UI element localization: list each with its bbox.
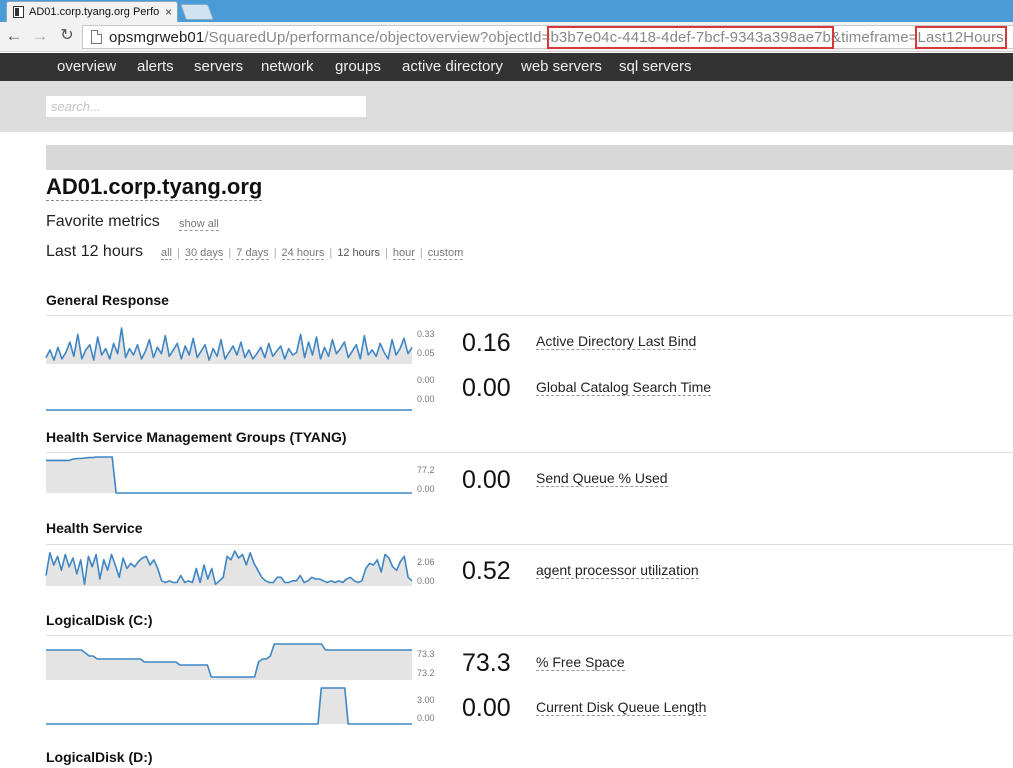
section-divider (46, 635, 1013, 636)
timeframe-all[interactable]: all (161, 247, 173, 260)
section-title-management-groups: Health Service Management Groups (TYANG) (46, 429, 347, 445)
url-path: /SquaredUp/performance/objectoverview?ob… (204, 29, 551, 46)
metric-value: 73.3 (462, 649, 511, 677)
metric-name-disk-queue[interactable]: Current Disk Queue Length (536, 699, 707, 716)
sparkline-max-label: 0.00 (417, 375, 435, 385)
nav-sql-servers[interactable]: sql servers (619, 58, 692, 75)
nav-active-directory[interactable]: active directory (402, 58, 503, 75)
timeframe-12-hours: 12 hours (337, 247, 381, 259)
back-arrow-icon[interactable]: ← (4, 26, 24, 46)
metric-value: 0.00 (462, 374, 511, 402)
address-bar[interactable]: opsmgrweb01/SquaredUp/performance/object… (82, 25, 1013, 49)
url-object-id: b3b7e04c-4418-4def-7bcf-9343a398ae7b (547, 26, 834, 49)
nav-servers[interactable]: servers (194, 58, 243, 75)
tab-close-icon[interactable]: × (165, 5, 172, 19)
nav-web-servers[interactable]: web servers (521, 58, 602, 75)
sparkline-min-label: 0.05 (417, 348, 435, 358)
timeframe-hour[interactable]: hour (392, 247, 415, 260)
separator: | (419, 247, 423, 259)
timeframe-30-days[interactable]: 30 days (184, 247, 224, 260)
sparkline-area (46, 551, 412, 586)
metric-value: 0.16 (462, 329, 511, 357)
tab-title: AD01.corp.tyang.org Perfo (29, 6, 160, 18)
metric-name-ad-last-bind[interactable]: Active Directory Last Bind (536, 333, 697, 350)
sparkline-min-label: 0.00 (417, 394, 435, 404)
url-timeframe-key: &timeframe= (830, 29, 918, 46)
separator: | (273, 247, 277, 259)
metric-name-gc-search-time[interactable]: Global Catalog Search Time (536, 379, 712, 396)
nav-overview[interactable]: overview (57, 58, 116, 75)
sparkline-min-label: 0.00 (417, 484, 435, 494)
sparkline-gc-search-time[interactable] (46, 372, 412, 412)
metric-value: 0.52 (462, 557, 511, 585)
timeframe-options: all | 30 days | 7 days | 24 hours | 12 hours | hou… (161, 247, 464, 260)
main-nav: overview alerts servers network groups a… (0, 53, 1013, 81)
sparkline-line (46, 687, 412, 725)
sparkline-free-space[interactable] (46, 642, 412, 682)
section-title-general-response: General Response (46, 292, 169, 308)
favorite-metrics-label: Favorite metrics (46, 213, 160, 230)
sparkline-send-queue[interactable] (46, 455, 412, 495)
nav-network[interactable]: network (261, 58, 314, 75)
sparkline-area (46, 457, 412, 493)
metric-value: 0.00 (462, 694, 511, 722)
browser-toolbar: ← → ↻ opsmgrweb01/SquaredUp/performance/… (0, 22, 1013, 52)
sparkline-ad-last-bind[interactable] (45, 326, 413, 366)
section-title-logicaldisk-d: LogicalDisk (D:) (46, 749, 153, 765)
page-icon (91, 30, 102, 44)
url-text[interactable]: opsmgrweb01/SquaredUp/performance/object… (109, 26, 1007, 49)
separator: | (329, 247, 333, 259)
separator: | (177, 247, 180, 259)
section-divider (46, 544, 1013, 545)
show-all-link[interactable]: show all (179, 218, 219, 231)
metric-name-free-space[interactable]: % Free Space (536, 654, 625, 671)
sparkline-max-label: 3.00 (417, 695, 435, 705)
section-divider (46, 452, 1013, 453)
sparkline-min-label: 0.00 (417, 713, 435, 723)
sparkline-max-label: 73.3 (417, 649, 435, 659)
forward-arrow-icon[interactable]: → (30, 26, 50, 46)
new-tab-button[interactable] (180, 4, 214, 20)
timeframe-label: Last 12 hours (46, 243, 143, 260)
sparkline-max-label: 2.06 (417, 557, 435, 567)
page-title[interactable]: AD01.corp.tyang.org (46, 174, 263, 201)
separator: | (385, 247, 388, 259)
timeframe-7-days[interactable]: 7 days (236, 247, 269, 260)
header-bar (46, 145, 1013, 170)
metric-name-send-queue[interactable]: Send Queue % Used (536, 470, 668, 487)
nav-groups[interactable]: groups (335, 58, 381, 75)
search-input[interactable] (46, 96, 366, 117)
timeframe-custom[interactable]: custom (427, 247, 464, 260)
reload-icon[interactable]: ↻ (57, 26, 77, 46)
nav-alerts[interactable]: alerts (137, 58, 174, 75)
metric-name-agent-cpu[interactable]: agent processor utilization (536, 562, 699, 579)
sparkline-max-label: 0.33 (417, 329, 435, 339)
favicon-icon (13, 6, 24, 18)
sparkline-area (46, 688, 412, 724)
metric-value: 0.00 (462, 466, 511, 494)
separator: | (228, 247, 232, 259)
search-band (0, 81, 1013, 132)
url-host: opsmgrweb01 (109, 29, 205, 46)
section-divider (46, 315, 1013, 316)
browser-tab[interactable]: AD01.corp.tyang.org Perfo × (6, 1, 178, 22)
sparkline-min-label: 73.2 (417, 668, 435, 678)
browser-tabstrip: AD01.corp.tyang.org Perfo × (0, 0, 1013, 22)
sparkline-min-label: 0.00 (417, 576, 435, 586)
url-timeframe-value: Last12Hours (914, 26, 1007, 49)
sparkline-agent-cpu[interactable] (45, 548, 413, 588)
sparkline-disk-queue[interactable] (46, 686, 412, 726)
section-title-logicaldisk-c: LogicalDisk (C:) (46, 612, 153, 628)
sparkline-max-label: 77.2 (417, 465, 435, 475)
timeframe-24-hours[interactable]: 24 hours (281, 247, 325, 260)
section-title-health-service: Health Service (46, 520, 143, 536)
